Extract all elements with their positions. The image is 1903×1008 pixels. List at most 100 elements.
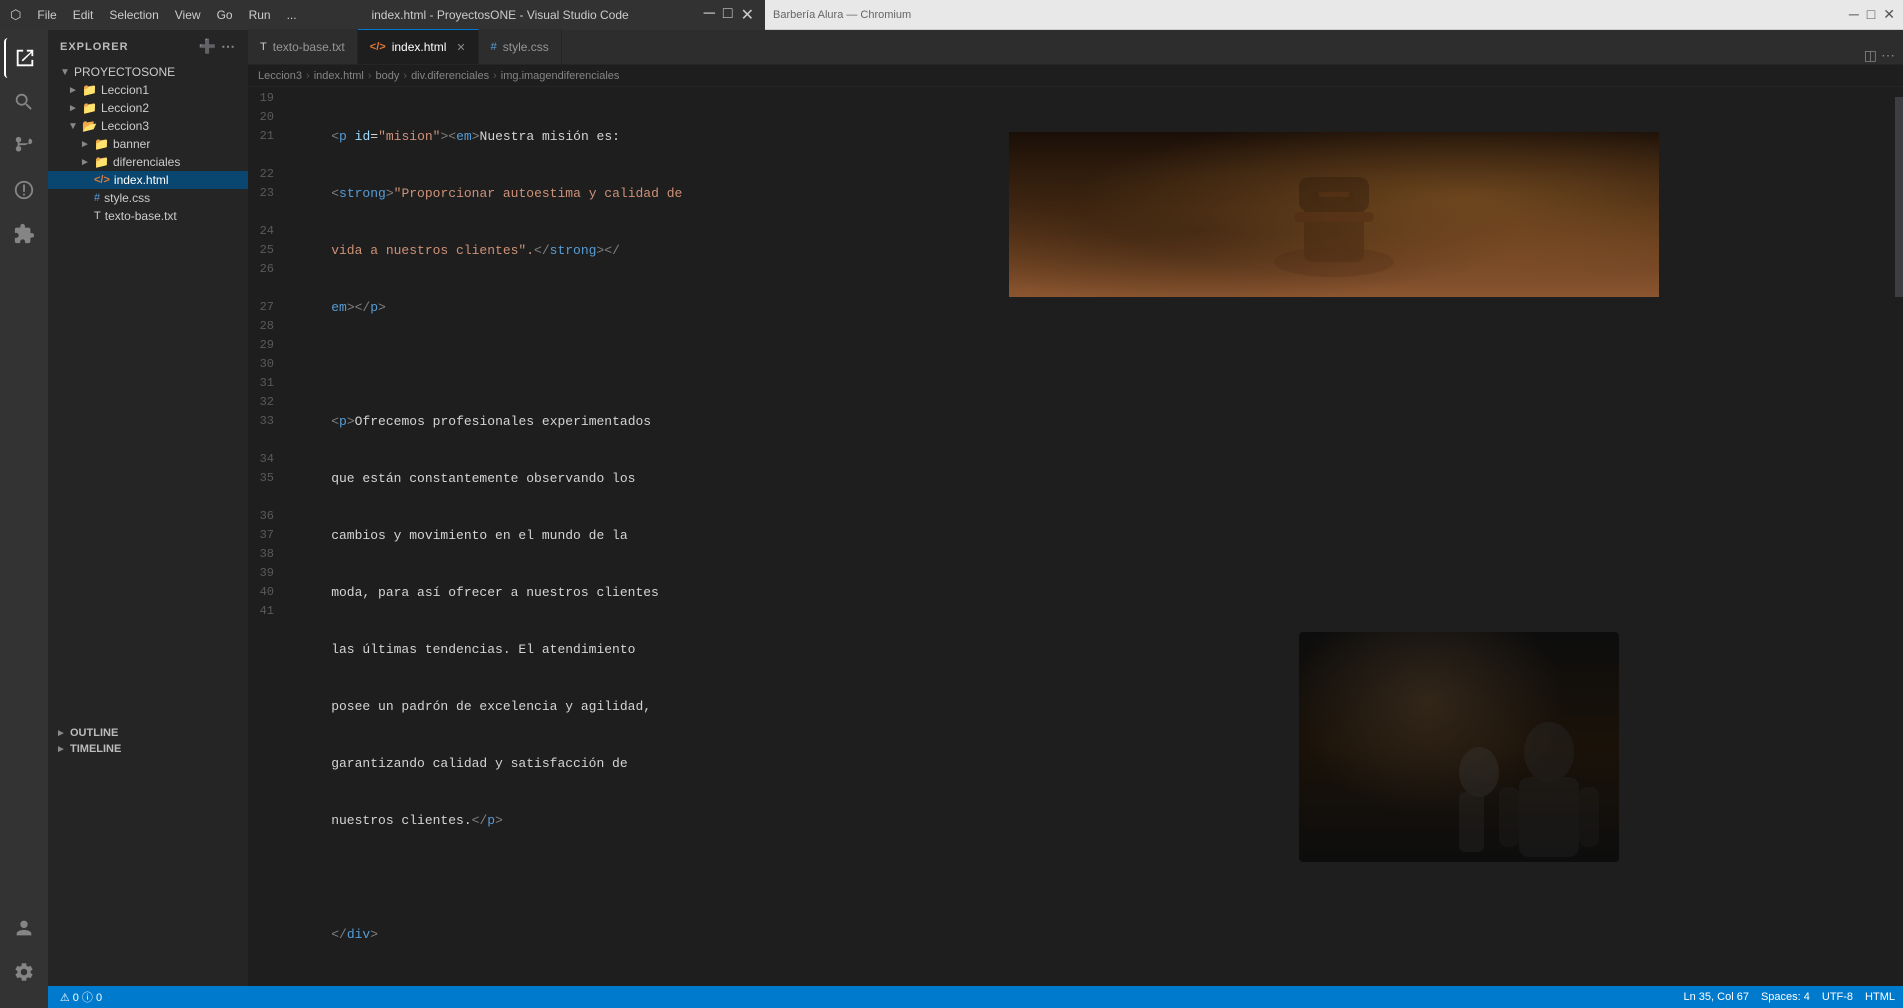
menu-view[interactable]: View <box>175 8 201 22</box>
timeline-label: TIMELINE <box>70 743 121 755</box>
breadcrumb-sep-1: › <box>306 70 310 82</box>
close-button[interactable]: ✕ <box>741 5 754 25</box>
root-folder[interactable]: ▼ PROYECTOSONE <box>48 63 248 81</box>
menu-more[interactable]: ... <box>287 8 297 22</box>
status-lang[interactable]: HTML <box>1865 991 1895 1003</box>
browser-window-controls: ─ □ ✕ <box>1849 6 1895 23</box>
status-encoding[interactable]: UTF-8 <box>1822 991 1853 1003</box>
breadcrumb-div-diferenciales[interactable]: div.diferenciales <box>411 70 489 82</box>
sidebar-item-diferenciales[interactable]: ► 📁 diferenciales <box>48 153 248 171</box>
css-file-icon: # <box>94 192 100 204</box>
breadcrumb-body[interactable]: body <box>376 70 400 82</box>
maximize-button[interactable]: □ <box>723 5 733 25</box>
status-line-col[interactable]: Ln 35, Col 67 <box>1684 991 1749 1003</box>
menu-go[interactable]: Go <box>217 8 233 22</box>
tab-index-html[interactable]: </> index.html ✕ <box>358 29 479 64</box>
html-tab-icon: </> <box>370 41 386 53</box>
leccion1-label: Leccion1 <box>101 83 149 97</box>
diferenciales-arrow: ► <box>80 157 90 168</box>
explorer-more-icon[interactable]: ⋯ <box>221 38 236 55</box>
sidebar-item-leccion3[interactable]: ▼ 📂 Leccion3 <box>48 117 248 135</box>
tab-split-buttons: ◫ ⋯ <box>1864 47 1903 64</box>
activity-bar <box>0 30 48 1008</box>
browser-close[interactable]: ✕ <box>1883 6 1895 23</box>
breadcrumb: Leccion3 › index.html › body › div.difer… <box>248 65 1903 87</box>
breadcrumb-sep-3: › <box>403 70 407 82</box>
sidebar-item-leccion2[interactable]: ► 📁 Leccion2 <box>48 99 248 117</box>
leccion2-label: Leccion2 <box>101 101 149 115</box>
outline-panel[interactable]: ► OUTLINE <box>48 725 248 741</box>
activity-explorer[interactable] <box>4 38 44 78</box>
style-css-label: style.css <box>104 191 150 205</box>
activity-extensions[interactable] <box>4 214 44 254</box>
leccion1-arrow: ► <box>68 85 78 96</box>
tab-texto-base-label: texto-base.txt <box>273 40 345 54</box>
leccion3-arrow: ▼ <box>68 121 78 132</box>
tab-more-icon[interactable]: ⋯ <box>1881 47 1895 64</box>
breadcrumb-index[interactable]: index.html <box>314 70 364 82</box>
activity-bottom <box>4 908 44 1000</box>
breadcrumb-sep-4: › <box>493 70 497 82</box>
activity-git[interactable] <box>4 126 44 166</box>
explorer-title: EXPLORER ➕ ⋯ <box>48 30 248 63</box>
folder-icon-leccion3-open: 📂 <box>82 119 97 133</box>
sidebar-item-index-html[interactable]: </> index.html <box>48 171 248 189</box>
status-errors[interactable]: ⚠ 0 ⓘ 0 <box>60 989 102 1005</box>
shaving-svg <box>1419 702 1619 862</box>
window-controls: ─ □ ✕ <box>704 5 754 25</box>
tab-index-close[interactable]: ✕ <box>456 41 465 54</box>
breadcrumb-sep-2: › <box>368 70 372 82</box>
tab-texto-base[interactable]: T texto-base.txt <box>248 29 358 64</box>
menu-selection[interactable]: Selection <box>109 8 158 22</box>
diferenciales-label: diferenciales <box>113 155 180 169</box>
titlebar-app-icons: ⬡ <box>10 7 21 23</box>
status-spaces[interactable]: Spaces: 4 <box>1761 991 1810 1003</box>
barber-diferencial-image <box>1299 632 1619 862</box>
folder-icon-diferenciales: 📁 <box>94 155 109 169</box>
activity-search[interactable] <box>4 82 44 122</box>
breadcrumb-img[interactable]: img.imagendiferenciales <box>501 70 620 82</box>
sidebar-item-style-css[interactable]: # style.css <box>48 189 248 207</box>
menu-run[interactable]: Run <box>249 8 271 22</box>
browser-titlebar: Barbería Alura — Chromium ─ □ ✕ <box>765 0 1903 30</box>
menu-file[interactable]: File <box>37 8 56 22</box>
browser-minimize[interactable]: ─ <box>1849 6 1859 23</box>
html-file-icon: </> <box>94 174 110 186</box>
activity-settings[interactable] <box>4 952 44 992</box>
status-right: Ln 35, Col 67 Spaces: 4 UTF-8 HTML <box>1684 991 1895 1003</box>
sidebar-item-leccion1[interactable]: ► 📁 Leccion1 <box>48 81 248 99</box>
sidebar-item-banner[interactable]: ► 📁 banner <box>48 135 248 153</box>
breadcrumb-leccion3[interactable]: Leccion3 <box>258 70 302 82</box>
sidebar-item-texto-base[interactable]: T texto-base.txt <box>48 207 248 225</box>
banner-label: banner <box>113 137 150 151</box>
barber-banner <box>1009 132 1659 297</box>
root-label: PROYECTOSONE <box>74 65 175 79</box>
txt-arrow <box>80 211 90 222</box>
split-editor-icon[interactable]: ◫ <box>1864 47 1877 64</box>
vscode-panel: ⬡ File Edit Selection View Go Run ... in… <box>0 0 765 1008</box>
new-file-icon[interactable]: ➕ <box>199 38 217 55</box>
txt-file-icon: T <box>94 210 101 222</box>
browser-window-title: Barbería Alura — Chromium <box>773 9 911 21</box>
minimize-button[interactable]: ─ <box>704 5 715 25</box>
barber-chair-svg <box>1184 132 1484 297</box>
menu-edit[interactable]: Edit <box>73 8 94 22</box>
activity-debug[interactable] <box>4 170 44 210</box>
browser-maximize[interactable]: □ <box>1867 6 1875 23</box>
minimap[interactable] <box>1895 87 1903 986</box>
tab-style-css[interactable]: # style.css <box>479 29 562 64</box>
bottom-section: ► OUTLINE ► TIMELINE <box>48 725 248 757</box>
activity-account[interactable] <box>4 908 44 948</box>
line-numbers: 19 20 21 22 23 24 25 26 27 28 29 30 31 3… <box>248 87 290 986</box>
timeline-panel[interactable]: ► TIMELINE <box>48 741 248 757</box>
leccion2-arrow: ► <box>68 103 78 114</box>
timeline-arrow: ► <box>56 744 66 755</box>
minimap-thumb[interactable] <box>1895 97 1903 297</box>
explorer-icons: ➕ ⋯ <box>199 38 236 55</box>
outline-label: OUTLINE <box>70 727 118 739</box>
folder-icon-leccion1: 📁 <box>82 83 97 97</box>
titlebar: ⬡ File Edit Selection View Go Run ... in… <box>0 0 764 30</box>
folder-icon-leccion2: 📁 <box>82 101 97 115</box>
outline-arrow: ► <box>56 728 66 739</box>
leccion3-label: Leccion3 <box>101 119 149 133</box>
